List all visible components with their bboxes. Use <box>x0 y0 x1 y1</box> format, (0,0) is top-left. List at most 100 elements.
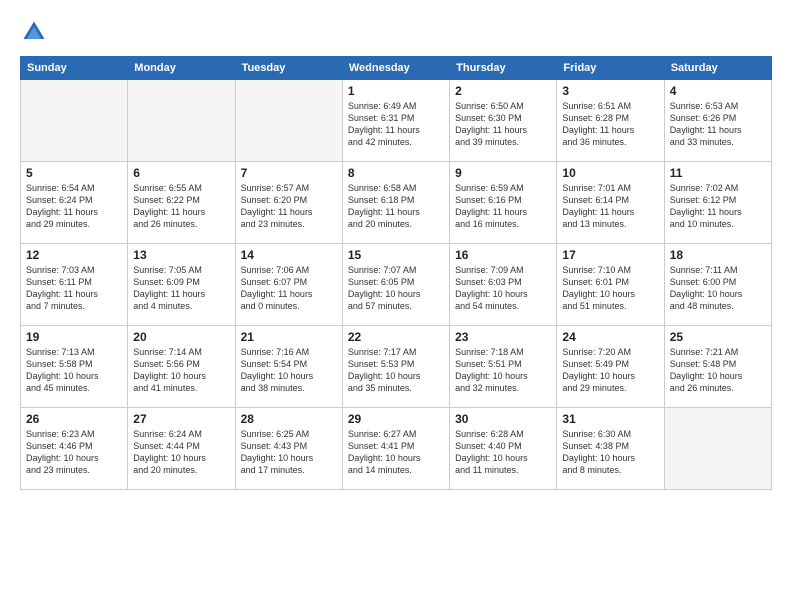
day-cell: 8Sunrise: 6:58 AM Sunset: 6:18 PM Daylig… <box>342 162 449 244</box>
day-cell: 10Sunrise: 7:01 AM Sunset: 6:14 PM Dayli… <box>557 162 664 244</box>
day-number: 27 <box>133 412 229 426</box>
day-number: 2 <box>455 84 551 98</box>
weekday-header-sunday: Sunday <box>21 57 128 80</box>
day-info: Sunrise: 7:03 AM Sunset: 6:11 PM Dayligh… <box>26 264 122 313</box>
week-row-1: 1 Sunrise: 6:49 AM Sunset: 6:31 PM Daylig… <box>21 80 772 162</box>
day-number: 15 <box>348 248 444 262</box>
day-info: Sunrise: 7:17 AM Sunset: 5:53 PM Dayligh… <box>348 346 444 395</box>
day-info: Sunrise: 7:07 AM Sunset: 6:05 PM Dayligh… <box>348 264 444 313</box>
week-row-4: 19Sunrise: 7:13 AM Sunset: 5:58 PM Dayli… <box>21 326 772 408</box>
weekday-header-tuesday: Tuesday <box>235 57 342 80</box>
day-number: 17 <box>562 248 658 262</box>
day-number: 22 <box>348 330 444 344</box>
day-cell: 12 Sunrise: 7:03 AM Sunset: 6:11 PM Dayli… <box>21 244 128 326</box>
week-row-5: 26Sunrise: 6:23 AM Sunset: 4:46 PM Dayli… <box>21 408 772 490</box>
day-info: Sunrise: 6:50 AM Sunset: 6:30 PM Dayligh… <box>455 100 551 149</box>
day-number: 10 <box>562 166 658 180</box>
day-number: 19 <box>26 330 122 344</box>
weekday-header-wednesday: Wednesday <box>342 57 449 80</box>
day-info: Sunrise: 7:06 AM Sunset: 6:07 PM Dayligh… <box>241 264 337 313</box>
day-cell: 17 Sunrise: 7:10 AM Sunset: 6:01 PM Dayli… <box>557 244 664 326</box>
day-number: 4 <box>670 84 766 98</box>
day-cell: 2 Sunrise: 6:50 AM Sunset: 6:30 PM Daylig… <box>450 80 557 162</box>
day-info: Sunrise: 6:27 AM Sunset: 4:41 PM Dayligh… <box>348 428 444 477</box>
day-cell: 22 Sunrise: 7:17 AM Sunset: 5:53 PM Dayli… <box>342 326 449 408</box>
day-info: Sunrise: 6:51 AM Sunset: 6:28 PM Dayligh… <box>562 100 658 149</box>
day-info: Sunrise: 6:23 AM Sunset: 4:46 PM Dayligh… <box>26 428 122 477</box>
day-number: 16 <box>455 248 551 262</box>
day-info: Sunrise: 6:58 AM Sunset: 6:18 PM Dayligh… <box>348 182 444 231</box>
day-cell: 5 Sunrise: 6:54 AM Sunset: 6:24 PM Daylig… <box>21 162 128 244</box>
day-cell <box>235 80 342 162</box>
logo <box>20 18 52 46</box>
day-cell: 23 Sunrise: 7:18 AM Sunset: 5:51 PM Dayli… <box>450 326 557 408</box>
day-info: Sunrise: 7:20 AM Sunset: 5:49 PM Dayligh… <box>562 346 658 395</box>
day-number: 24 <box>562 330 658 344</box>
day-info: Sunrise: 6:49 AM Sunset: 6:31 PM Dayligh… <box>348 100 444 149</box>
day-number: 23 <box>455 330 551 344</box>
day-info: Sunrise: 6:55 AM Sunset: 6:22 PM Dayligh… <box>133 182 229 231</box>
day-cell: 28 Sunrise: 6:25 AM Sunset: 4:43 PM Dayli… <box>235 408 342 490</box>
day-info: Sunrise: 6:28 AM Sunset: 4:40 PM Dayligh… <box>455 428 551 477</box>
weekday-header-thursday: Thursday <box>450 57 557 80</box>
day-cell: 16Sunrise: 7:09 AM Sunset: 6:03 PM Dayli… <box>450 244 557 326</box>
weekday-header-row: SundayMondayTuesdayWednesdayThursdayFrid… <box>21 57 772 80</box>
day-cell: 27 Sunrise: 6:24 AM Sunset: 4:44 PM Dayli… <box>128 408 235 490</box>
day-number: 12 <box>26 248 122 262</box>
day-cell: 31 Sunrise: 6:30 AM Sunset: 4:38 PM Dayli… <box>557 408 664 490</box>
day-number: 28 <box>241 412 337 426</box>
day-info: Sunrise: 6:57 AM Sunset: 6:20 PM Dayligh… <box>241 182 337 231</box>
day-number: 31 <box>562 412 658 426</box>
day-info: Sunrise: 7:02 AM Sunset: 6:12 PM Dayligh… <box>670 182 766 231</box>
day-number: 1 <box>348 84 444 98</box>
weekday-header-monday: Monday <box>128 57 235 80</box>
day-cell: 1 Sunrise: 6:49 AM Sunset: 6:31 PM Daylig… <box>342 80 449 162</box>
day-info: Sunrise: 7:16 AM Sunset: 5:54 PM Dayligh… <box>241 346 337 395</box>
weekday-header-friday: Friday <box>557 57 664 80</box>
day-number: 29 <box>348 412 444 426</box>
day-cell: 30Sunrise: 6:28 AM Sunset: 4:40 PM Dayli… <box>450 408 557 490</box>
day-cell: 26Sunrise: 6:23 AM Sunset: 4:46 PM Dayli… <box>21 408 128 490</box>
day-info: Sunrise: 6:24 AM Sunset: 4:44 PM Dayligh… <box>133 428 229 477</box>
day-info: Sunrise: 7:11 AM Sunset: 6:00 PM Dayligh… <box>670 264 766 313</box>
day-cell: 13Sunrise: 7:05 AM Sunset: 6:09 PM Dayli… <box>128 244 235 326</box>
day-info: Sunrise: 7:21 AM Sunset: 5:48 PM Dayligh… <box>670 346 766 395</box>
day-info: Sunrise: 6:59 AM Sunset: 6:16 PM Dayligh… <box>455 182 551 231</box>
day-number: 11 <box>670 166 766 180</box>
week-row-2: 5 Sunrise: 6:54 AM Sunset: 6:24 PM Daylig… <box>21 162 772 244</box>
day-number: 18 <box>670 248 766 262</box>
day-cell <box>128 80 235 162</box>
day-number: 5 <box>26 166 122 180</box>
day-cell: 9Sunrise: 6:59 AM Sunset: 6:16 PM Daylig… <box>450 162 557 244</box>
day-cell: 19Sunrise: 7:13 AM Sunset: 5:58 PM Dayli… <box>21 326 128 408</box>
day-cell: 21Sunrise: 7:16 AM Sunset: 5:54 PM Dayli… <box>235 326 342 408</box>
day-info: Sunrise: 7:14 AM Sunset: 5:56 PM Dayligh… <box>133 346 229 395</box>
day-number: 14 <box>241 248 337 262</box>
day-cell: 11 Sunrise: 7:02 AM Sunset: 6:12 PM Dayli… <box>664 162 771 244</box>
day-info: Sunrise: 6:30 AM Sunset: 4:38 PM Dayligh… <box>562 428 658 477</box>
day-cell: 18 Sunrise: 7:11 AM Sunset: 6:00 PM Dayli… <box>664 244 771 326</box>
day-info: Sunrise: 6:54 AM Sunset: 6:24 PM Dayligh… <box>26 182 122 231</box>
day-info: Sunrise: 7:18 AM Sunset: 5:51 PM Dayligh… <box>455 346 551 395</box>
day-number: 20 <box>133 330 229 344</box>
logo-icon <box>20 18 48 46</box>
day-cell: 7Sunrise: 6:57 AM Sunset: 6:20 PM Daylig… <box>235 162 342 244</box>
day-number: 13 <box>133 248 229 262</box>
day-number: 25 <box>670 330 766 344</box>
day-cell: 3Sunrise: 6:51 AM Sunset: 6:28 PM Daylig… <box>557 80 664 162</box>
day-info: Sunrise: 7:10 AM Sunset: 6:01 PM Dayligh… <box>562 264 658 313</box>
day-info: Sunrise: 6:25 AM Sunset: 4:43 PM Dayligh… <box>241 428 337 477</box>
day-cell: 25 Sunrise: 7:21 AM Sunset: 5:48 PM Dayli… <box>664 326 771 408</box>
day-number: 6 <box>133 166 229 180</box>
header <box>20 18 772 46</box>
weekday-header-saturday: Saturday <box>664 57 771 80</box>
day-cell: 4Sunrise: 6:53 AM Sunset: 6:26 PM Daylig… <box>664 80 771 162</box>
day-cell: 24 Sunrise: 7:20 AM Sunset: 5:49 PM Dayli… <box>557 326 664 408</box>
day-cell <box>664 408 771 490</box>
day-cell: 20 Sunrise: 7:14 AM Sunset: 5:56 PM Dayli… <box>128 326 235 408</box>
page: SundayMondayTuesdayWednesdayThursdayFrid… <box>0 0 792 612</box>
day-cell: 14 Sunrise: 7:06 AM Sunset: 6:07 PM Dayli… <box>235 244 342 326</box>
day-cell: 6 Sunrise: 6:55 AM Sunset: 6:22 PM Daylig… <box>128 162 235 244</box>
week-row-3: 12 Sunrise: 7:03 AM Sunset: 6:11 PM Dayli… <box>21 244 772 326</box>
day-cell: 29 Sunrise: 6:27 AM Sunset: 4:41 PM Dayli… <box>342 408 449 490</box>
